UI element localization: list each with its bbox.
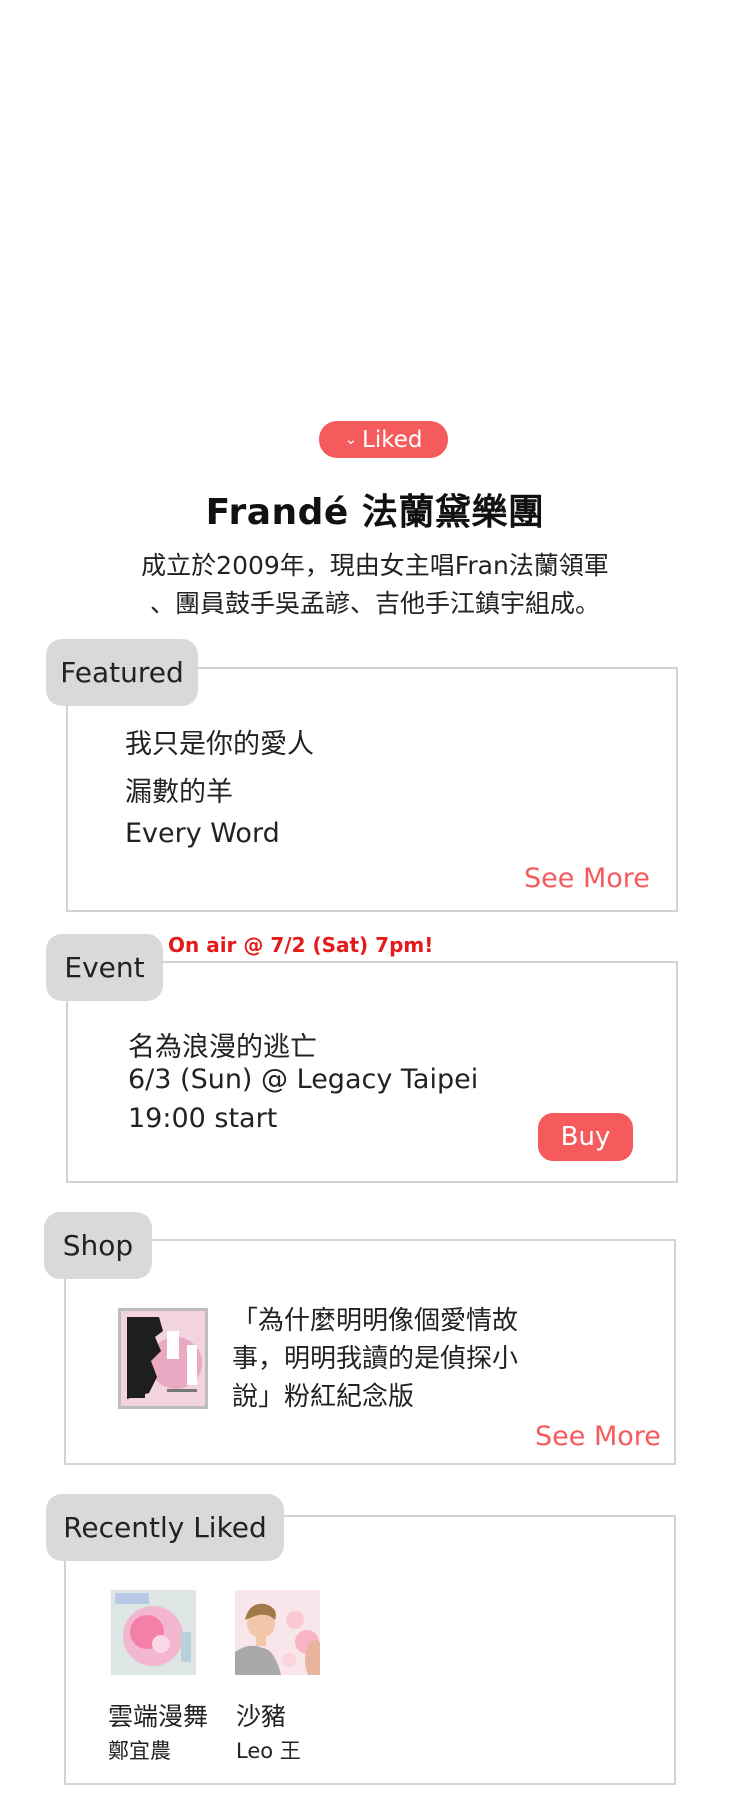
recent-album-cover[interactable] bbox=[235, 1590, 320, 1675]
chevron-down-icon: ⌄ bbox=[344, 430, 358, 448]
recently-liked-tab: Recently Liked bbox=[46, 1494, 284, 1561]
buy-button[interactable]: Buy bbox=[538, 1113, 633, 1161]
liked-label: Liked bbox=[362, 426, 423, 453]
recent-item-artist: Leo 王 bbox=[236, 1739, 301, 1763]
event-date-venue: 6/3 (Sun) @ Legacy Taipei bbox=[128, 1064, 479, 1095]
event-title: 名為浪漫的逃亡 bbox=[128, 1032, 317, 1063]
shop-item-cover-image[interactable] bbox=[118, 1308, 208, 1409]
featured-tab: Featured bbox=[46, 639, 198, 706]
shop-item-title-line: 「為什麼明明像個愛情故 bbox=[232, 1306, 519, 1336]
shop-tab: Shop bbox=[44, 1212, 152, 1279]
artist-description-line: 成立於2009年，現由女主唱Fran法蘭領軍 bbox=[141, 551, 609, 580]
event-start-time: 19:00 start bbox=[128, 1103, 278, 1134]
shop-item-title[interactable]: 「為什麼明明像個愛情故 事，明明我讀的是偵探小 說」粉紅紀念版 bbox=[232, 1302, 542, 1416]
event-tab: Event bbox=[46, 934, 163, 1001]
featured-song[interactable]: 我只是你的愛人 bbox=[125, 722, 314, 761]
recent-album-cover[interactable] bbox=[111, 1590, 196, 1675]
artist-description: 成立於2009年，現由女主唱Fran法蘭領軍 、團員鼓手吳孟諺、吉他手江鎮宇組成… bbox=[120, 547, 630, 623]
recent-item-title[interactable]: 雲端漫舞 bbox=[108, 1697, 208, 1733]
featured-song[interactable]: Every Word bbox=[125, 818, 280, 849]
recent-item-title[interactable]: 沙豬 bbox=[236, 1697, 286, 1733]
recent-item-artist: 鄭宜農 bbox=[108, 1739, 171, 1763]
shop-item-title-line: 事，明明我讀的是偵探小 bbox=[232, 1344, 519, 1374]
liked-button[interactable]: ⌄ Liked bbox=[319, 421, 448, 458]
on-air-notice: On air @ 7/2 (Sat) 7pm! bbox=[168, 933, 434, 957]
artist-description-line: 、團員鼓手吳孟諺、吉他手江鎮宇組成。 bbox=[149, 589, 600, 618]
shop-item-title-line: 說」粉紅紀念版 bbox=[232, 1382, 415, 1412]
artist-name: Frandé 法蘭黛樂團 bbox=[205, 492, 545, 533]
shop-see-more-link[interactable]: See More bbox=[535, 1421, 661, 1452]
featured-song[interactable]: 漏數的羊 bbox=[125, 770, 233, 809]
featured-see-more-link[interactable]: See More bbox=[524, 863, 650, 894]
